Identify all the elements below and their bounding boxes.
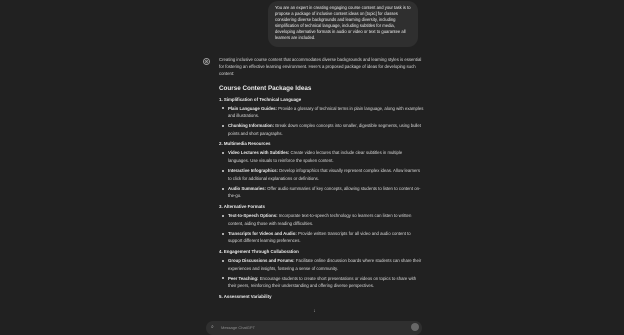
bullet-icon — [222, 187, 224, 190]
response-section: 2. Multimedia Resources Video Lectures wi… — [219, 141, 424, 200]
section-title: 1. Simplification of Technical Language — [219, 96, 302, 102]
list-item: Plain Language Guides: Provide a glossar… — [219, 105, 424, 120]
user-message-bubble: You are an expert in creating engaging c… — [268, 1, 418, 47]
item-term: Peer Teaching: — [228, 275, 259, 281]
chatgpt-logo-icon — [203, 58, 210, 65]
bullet-icon — [222, 169, 224, 172]
section-title: 5. Assessment Variability — [219, 293, 272, 299]
list-item: Audio Summaries: Offer audio summaries o… — [219, 185, 424, 200]
list-item: Group Discussions and Forums: Facilitate… — [219, 257, 424, 272]
list-item: Video Lectures with Subtitles: Create vi… — [219, 149, 424, 164]
response-section: 3. Alternative Formats Text-to-Speech Opt… — [219, 204, 424, 245]
list-item: Chunking Information: Break down complex… — [219, 122, 424, 137]
user-message-text: You are an expert in creating engaging c… — [275, 5, 411, 41]
response-section: 4. Engagement Through Collaboration Group… — [219, 249, 424, 290]
list-item: Interactive Infographics: Develop infogr… — [219, 167, 424, 182]
response-section: 5. Assessment Variability — [219, 294, 424, 299]
item-term: Interactive Infographics: — [228, 168, 278, 174]
message-composer[interactable]: ⌕ Message ChatGPT — [206, 321, 422, 335]
send-icon[interactable] — [411, 323, 419, 331]
list-item: Peer Teaching: Encourage students to cre… — [219, 275, 424, 290]
section-title: 3. Alternative Formats — [219, 204, 265, 210]
item-term: Audio Summaries: — [228, 185, 266, 191]
section-title: 2. Multimedia Resources — [219, 141, 271, 147]
assistant-intro: Creating inclusive course content that a… — [219, 57, 422, 77]
response-heading: Course Content Package Ideas — [219, 84, 312, 92]
list-item: Text-to-Speech Options: Incorporate text… — [219, 212, 424, 227]
bullet-icon — [222, 125, 224, 128]
arrow-down-icon[interactable]: ↓ — [311, 308, 318, 314]
bullet-icon — [222, 259, 224, 262]
item-term: Text-to-Speech Options: — [228, 213, 278, 219]
item-term: Video Lectures with Subtitles: — [228, 150, 290, 156]
bullet-icon — [222, 152, 224, 155]
section-title: 4. Engagement Through Collaboration — [219, 248, 299, 254]
list-item: Transcripts for Videos and Audio: Provid… — [219, 230, 424, 245]
bullet-icon — [222, 107, 224, 110]
item-term: Chunking Information: — [228, 123, 275, 129]
bullet-list: Video Lectures with Subtitles: Create vi… — [219, 149, 424, 200]
bullet-list: Plain Language Guides: Provide a glossar… — [219, 105, 424, 138]
bullet-icon — [222, 277, 224, 280]
bullet-list: Group Discussions and Forums: Facilitate… — [219, 257, 424, 290]
assistant-message-content: Creating inclusive course content that a… — [219, 56, 424, 303]
bullet-icon — [222, 232, 224, 235]
bullet-list: Text-to-Speech Options: Incorporate text… — [219, 212, 424, 245]
item-term: Transcripts for Videos and Audio: — [228, 230, 297, 236]
response-section: 1. Simplification of Technical Language P… — [219, 97, 424, 138]
paperclip-icon[interactable]: ⌕ — [211, 324, 214, 330]
response-sections: 1. Simplification of Technical Language P… — [219, 97, 424, 299]
bullet-icon — [222, 214, 224, 217]
item-term: Group Discussions and Forums: — [228, 257, 295, 263]
chat-view: You are an expert in creating engaging c… — [0, 0, 624, 335]
item-term: Plain Language Guides: — [228, 105, 277, 111]
